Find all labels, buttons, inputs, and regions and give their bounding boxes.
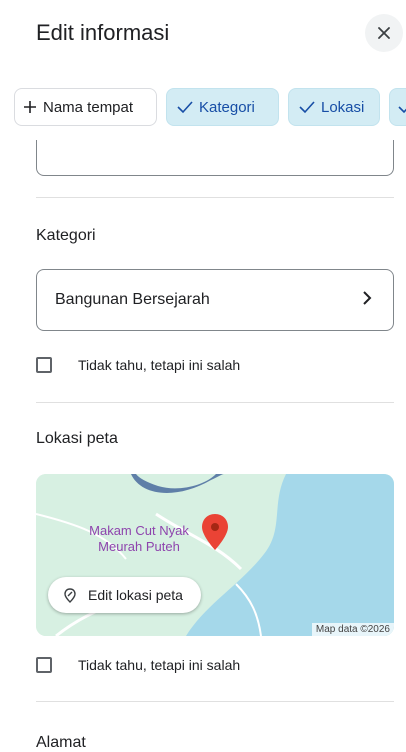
- chip-nama-tempat[interactable]: Nama tempat: [14, 88, 157, 126]
- edit-location-icon: [62, 587, 78, 603]
- chevron-right-icon: [361, 290, 373, 311]
- category-value: Bangunan Bersejarah: [55, 291, 210, 308]
- checkbox-label: Tidak tahu, tetapi ini salah: [78, 657, 241, 673]
- address-section-title: Alamat: [36, 734, 86, 751]
- check-icon: [398, 100, 406, 114]
- category-not-sure-checkbox[interactable]: [36, 357, 52, 373]
- divider: [36, 701, 394, 702]
- map-preview[interactable]: Makam Cut Nyak Meurah Puteh Edit lokasi …: [36, 474, 394, 636]
- page-title: Edit informasi: [36, 20, 170, 45]
- map-place-label: Makam Cut Nyak Meurah Puteh: [89, 523, 189, 554]
- category-select[interactable]: Bangunan Bersejarah: [36, 269, 394, 331]
- chip-label: Kategori: [199, 98, 255, 116]
- chip-next-partial[interactable]: [389, 88, 406, 126]
- chip-lokasi[interactable]: Lokasi: [288, 88, 380, 126]
- chip-label: Lokasi: [321, 98, 365, 116]
- plus-icon: [23, 100, 37, 114]
- close-icon: [378, 27, 390, 39]
- map-not-sure-row[interactable]: Tidak tahu, tetapi ini salah: [36, 657, 240, 673]
- map-section-title: Lokasi peta: [36, 430, 118, 447]
- field-chip-bar: Nama tempat Kategori Lokasi: [0, 88, 406, 128]
- category-not-sure-row[interactable]: Tidak tahu, tetapi ini salah: [36, 357, 240, 373]
- dialog-header: Edit informasi: [0, 0, 406, 70]
- previous-field-bottom[interactable]: [36, 140, 394, 176]
- check-icon: [177, 100, 193, 114]
- map-credit: Map data ©2026: [311, 623, 394, 636]
- edit-map-label: Edit lokasi peta: [88, 587, 183, 603]
- check-icon: [299, 100, 315, 114]
- map-not-sure-checkbox[interactable]: [36, 657, 52, 673]
- category-section-title: Kategori: [36, 227, 96, 244]
- chip-kategori[interactable]: Kategori: [166, 88, 279, 126]
- chip-label: Nama tempat: [43, 98, 134, 116]
- divider: [36, 402, 394, 403]
- edit-map-location-button[interactable]: Edit lokasi peta: [48, 577, 201, 613]
- close-button[interactable]: [365, 14, 403, 52]
- checkbox-label: Tidak tahu, tetapi ini salah: [78, 357, 241, 373]
- divider: [36, 197, 394, 198]
